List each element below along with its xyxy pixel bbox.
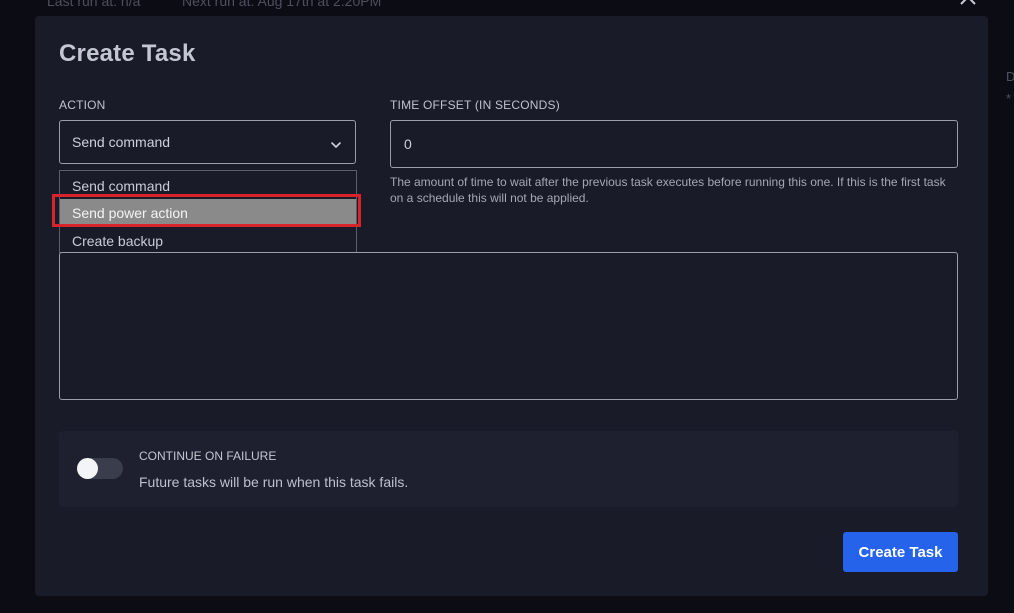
action-select[interactable]: Send command: [59, 120, 356, 164]
create-task-button[interactable]: Create Task: [843, 532, 958, 572]
continue-on-failure-toggle[interactable]: [77, 458, 123, 479]
action-label: ACTION: [59, 98, 106, 112]
dropdown-option-send-power-action[interactable]: Send power action: [60, 199, 356, 226]
continue-on-failure-description: Future tasks will be run when this task …: [139, 474, 409, 490]
action-dropdown-menu: Send command Send power action Create ba…: [59, 170, 357, 253]
option-label: Send command: [72, 178, 171, 194]
next-run-text: Next run at: Aug 17th at 2:20PM: [182, 0, 382, 9]
dropdown-option-create-backup[interactable]: Create backup: [60, 227, 356, 254]
payload-textarea[interactable]: [59, 252, 958, 400]
dropdown-option-send-command[interactable]: Send command: [60, 172, 356, 199]
background-side-text: D *: [1006, 66, 1014, 106]
toggle-knob: [77, 458, 98, 479]
time-offset-input[interactable]: [390, 120, 958, 168]
last-run-text: Last run at: n/a: [47, 0, 141, 9]
option-label: Send power action: [72, 205, 188, 221]
close-icon[interactable]: [958, 0, 978, 8]
create-task-modal: Create Task ACTION Send command Send com…: [35, 16, 988, 596]
time-offset-label: TIME OFFSET (IN SECONDS): [390, 98, 560, 112]
continue-on-failure-title: CONTINUE ON FAILURE: [139, 449, 277, 463]
chevron-down-icon: [330, 137, 342, 148]
action-select-value: Send command: [72, 134, 171, 150]
side-mark: *: [1006, 91, 1012, 106]
continue-on-failure-panel: CONTINUE ON FAILURE Future tasks will be…: [59, 431, 958, 507]
background-schedule-info: Last run at: n/a Next run at: Aug 17th a…: [0, 0, 1014, 9]
option-label: Create backup: [72, 233, 164, 249]
modal-title: Create Task: [59, 40, 196, 67]
time-offset-help: The amount of time to wait after the pre…: [390, 175, 946, 205]
side-letter: D: [1006, 69, 1014, 84]
